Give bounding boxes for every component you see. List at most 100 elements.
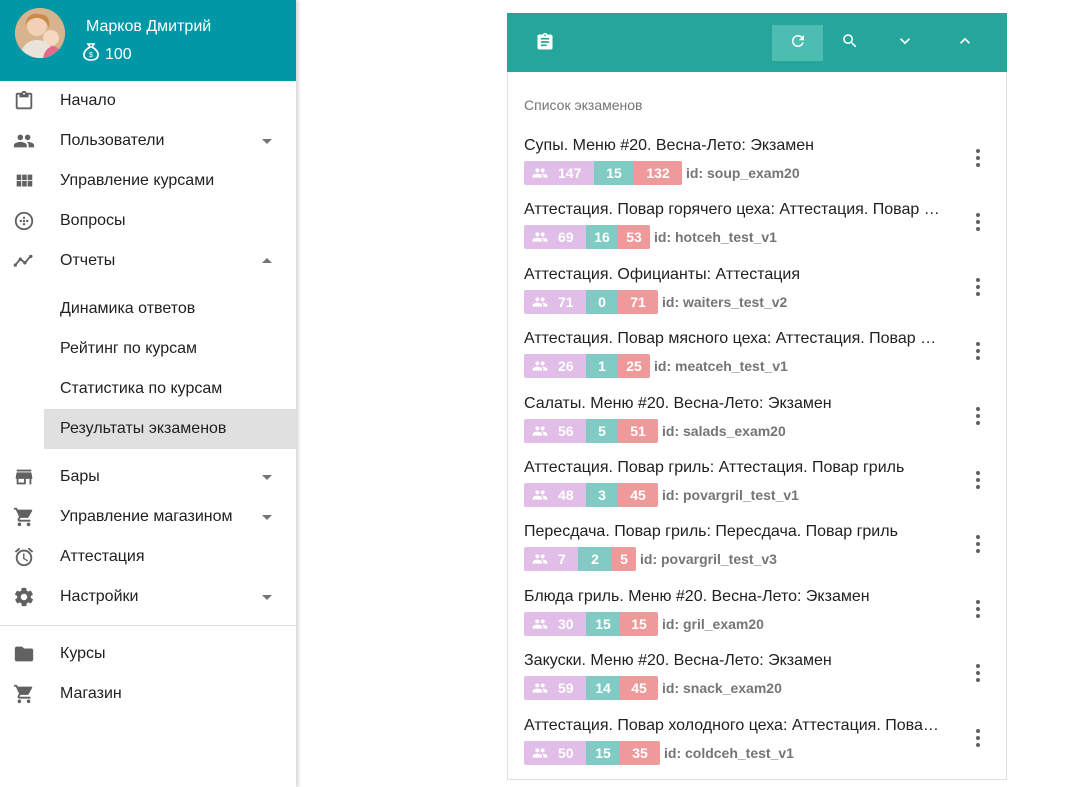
failed-count-badge: 45 — [620, 676, 658, 701]
submenu-item-label: Статистика по курсам — [60, 380, 223, 397]
menu-item-label: Отчеты — [60, 252, 116, 269]
chevron-down-icon[interactable] — [262, 475, 272, 480]
menu-item-courses[interactable]: Курсы — [0, 634, 296, 674]
people-icon — [532, 294, 548, 310]
chevron-down-icon[interactable] — [262, 515, 272, 520]
menu-item-label: Курсы — [60, 645, 106, 662]
more-vert-icon — [976, 342, 980, 347]
chevron-down-icon[interactable] — [262, 595, 272, 600]
users-count: 30 — [558, 615, 574, 632]
exam-list-item[interactable]: Аттестация. Повар горячего цеха: Аттеста… — [508, 188, 1008, 252]
exam-title: Аттестация. Повар горячего цеха: Аттеста… — [524, 201, 942, 219]
alarm-icon — [13, 546, 35, 568]
exam-stats: 59 14 45 id: snack_exam20 — [524, 676, 782, 701]
users-count-badge: 147 — [524, 161, 594, 185]
list-subheader: Список экзаменов — [524, 97, 643, 113]
people-icon — [532, 680, 548, 696]
more-vert-icon — [976, 277, 980, 282]
chevron-up-icon[interactable] — [262, 258, 272, 263]
exam-id: id: meatceh_test_v1 — [654, 358, 788, 375]
people-icon — [532, 745, 548, 761]
exam-stats: 56 5 51 id: salads_exam20 — [524, 418, 786, 443]
search-button[interactable] — [824, 25, 875, 61]
exam-list-item[interactable]: Салаты. Меню #20. Весна-Лето: Экзамен 56… — [508, 382, 1008, 446]
exam-title: Пересдача. Повар гриль: Пересдача. Повар… — [524, 523, 898, 541]
menu-item-shop[interactable]: Магазин — [0, 674, 296, 714]
exam-list: Супы. Меню #20. Весна-Лето: Экзамен 147 … — [508, 124, 1008, 768]
exam-list-item[interactable]: Аттестация. Официанты: Аттестация 71 0 7… — [508, 253, 1008, 317]
menu-item-questions[interactable]: Вопросы — [0, 201, 296, 241]
coins-value: 100 — [105, 45, 132, 63]
expand-all-button[interactable] — [879, 25, 930, 61]
more-vert-button[interactable] — [968, 339, 988, 363]
menu-item-users[interactable]: Пользователи — [0, 121, 296, 161]
menu-item-attestation[interactable]: Аттестация — [0, 537, 296, 577]
users-count-badge: 48 — [524, 482, 586, 507]
failed-count-badge: 45 — [618, 482, 658, 507]
exam-id: id: coldceh_test_v1 — [664, 744, 794, 761]
more-vert-button[interactable] — [968, 275, 988, 299]
exam-id: id: povargril_test_v3 — [640, 551, 777, 568]
menu-item-home[interactable]: Начало — [0, 81, 296, 121]
exam-stats: 69 16 53 id: hotceh_test_v1 — [524, 225, 777, 250]
users-count-badge: 71 — [524, 289, 586, 314]
exam-list-item[interactable]: Аттестация. Повар гриль: Аттестация. Пов… — [508, 446, 1008, 510]
menu-item-bars[interactable]: Бары — [0, 457, 296, 497]
failed-count-badge: 53 — [618, 225, 650, 250]
more-vert-button[interactable] — [968, 661, 988, 685]
passed-count-badge: 14 — [586, 676, 620, 701]
menu-item-shop-management[interactable]: Управление магазином — [0, 497, 296, 537]
more-vert-button[interactable] — [968, 210, 988, 234]
clipboard-icon — [13, 90, 35, 112]
more-vert-button[interactable] — [968, 146, 988, 170]
exam-stats: 26 1 25 id: meatceh_test_v1 — [524, 354, 788, 379]
exam-title: Салаты. Меню #20. Весна-Лето: Экзамен — [524, 394, 832, 412]
exam-list-item[interactable]: Пересдача. Повар гриль: Пересдача. Повар… — [508, 510, 1008, 574]
exam-list-item[interactable]: Аттестация. Повар мясного цеха: Аттестац… — [508, 317, 1008, 381]
passed-count-badge: 3 — [586, 482, 618, 507]
more-vert-button[interactable] — [968, 726, 988, 750]
submenu-item-exam-results[interactable]: Результаты экзаменов — [44, 409, 296, 449]
users-count-badge: 50 — [524, 740, 586, 765]
exam-list-item[interactable]: Супы. Меню #20. Весна-Лето: Экзамен 147 … — [508, 124, 1008, 188]
exam-title: Аттестация. Повар мясного цеха: Аттестац… — [524, 330, 942, 348]
more-vert-icon — [976, 213, 980, 218]
more-vert-icon — [976, 664, 980, 669]
failed-count-badge: 71 — [618, 289, 658, 314]
submenu-item-course-statistics[interactable]: Статистика по курсам — [44, 369, 296, 409]
users-count: 147 — [558, 165, 582, 181]
exam-list-item[interactable]: Закуски. Меню #20. Весна-Лето: Экзамен 5… — [508, 639, 1008, 703]
exam-stats: 147 15 132 id: soup_exam20 — [524, 161, 800, 185]
assignment-icon — [535, 32, 555, 57]
exam-stats: 48 3 45 id: povargril_test_v1 — [524, 482, 799, 507]
collapse-all-button[interactable] — [939, 25, 990, 61]
menu-item-reports[interactable]: Отчеты — [0, 241, 296, 281]
chevron-down-icon[interactable] — [262, 139, 272, 144]
exam-list-item[interactable]: Аттестация. Повар холодного цеха: Аттест… — [508, 704, 1008, 768]
search-icon — [841, 32, 859, 55]
refresh-button[interactable] — [772, 25, 823, 61]
exam-stats: 71 0 71 id: waiters_test_v2 — [524, 289, 788, 314]
submenu-item-answers-dynamics[interactable]: Динамика ответов — [44, 289, 296, 329]
exam-id: id: waiters_test_v2 — [662, 293, 788, 310]
menu-item-settings[interactable]: Настройки — [0, 577, 296, 617]
passed-count-badge: 16 — [586, 225, 618, 250]
exam-title: Закуски. Меню #20. Весна-Лето: Экзамен — [524, 652, 832, 670]
more-vert-button[interactable] — [968, 404, 988, 428]
chevron-up-icon — [955, 31, 975, 56]
users-count: 69 — [558, 229, 574, 246]
avatar[interactable] — [15, 8, 65, 58]
grid-icon — [13, 170, 35, 192]
more-vert-button[interactable] — [968, 532, 988, 556]
exam-stats: 50 15 35 id: coldceh_test_v1 — [524, 740, 794, 765]
more-vert-button[interactable] — [968, 468, 988, 492]
more-vert-icon — [976, 149, 980, 153]
passed-count-badge: 1 — [586, 354, 618, 379]
exam-list-item[interactable]: Блюда гриль. Меню #20. Весна-Лето: Экзам… — [508, 575, 1008, 639]
menu-item-course-management[interactable]: Управление курсами — [0, 161, 296, 201]
user-name: Марков Дмитрий — [86, 18, 212, 35]
submenu-item-course-rating[interactable]: Рейтинг по курсам — [44, 329, 296, 369]
more-vert-button[interactable] — [968, 597, 988, 621]
menu-item-label: Управление курсами — [60, 172, 215, 189]
menu-item-label: Управление магазином — [60, 508, 233, 525]
